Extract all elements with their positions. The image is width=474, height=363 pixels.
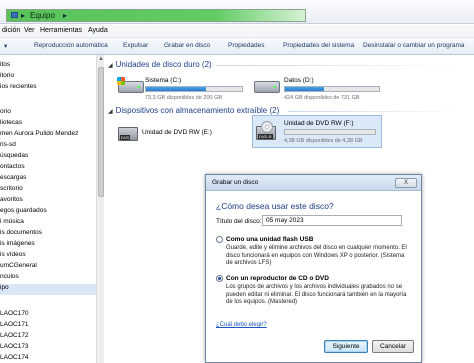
address-bar: ▸ Equipo ▸ <box>0 0 474 24</box>
nav-item[interactable]: is documentos <box>0 229 42 236</box>
nav-item[interactable]: itos <box>0 61 10 68</box>
group-divider <box>216 65 466 66</box>
chevron-down-icon[interactable]: ▾ <box>4 42 7 50</box>
nav-item[interactable]: avoritos <box>0 196 23 203</box>
menu-edit[interactable]: dición <box>2 27 20 34</box>
nav-item[interactable]: umCGeneral <box>0 262 37 269</box>
menu-help[interactable]: Ayuda <box>88 27 108 34</box>
removable-group-label: Dispositivos con almacenamiento extraíbl… <box>115 106 280 115</box>
usb-option-title[interactable]: Como una unidad flash USB <box>226 236 313 243</box>
drive-c-free: 73,3 GB disponibles de 200 GB <box>145 95 223 101</box>
nav-item[interactable]: men Aurora Pulido Mendez <box>0 130 78 137</box>
usb-option-description: Guarde, edite y elimine archivos del dis… <box>226 245 407 266</box>
dialog-title: Grabar un disco <box>212 179 259 186</box>
nav-scrollbar[interactable]: ▲ <box>96 55 104 363</box>
nav-item[interactable]: ios recientes <box>0 83 37 90</box>
dvd-media-label: DVD-R <box>258 134 273 139</box>
nav-item[interactable]: LAOC172 <box>0 332 29 339</box>
nav-item[interactable]: LAOC173 <box>0 343 29 350</box>
collapse-triangle-icon[interactable]: ◢ <box>108 109 113 115</box>
hard-drive-icon <box>254 81 280 93</box>
menu-bar: dición Ver Herramientas Ayuda <box>0 25 474 38</box>
system-properties-button[interactable]: Propiedades del sistema <box>283 42 354 49</box>
nav-item[interactable]: ontactos <box>0 163 25 170</box>
nav-item[interactable]: LAOC174 <box>0 354 29 361</box>
nav-item[interactable]: escargas <box>0 174 26 181</box>
group-divider <box>288 111 466 112</box>
breadcrumb-chevron-icon[interactable]: ▸ <box>63 11 67 20</box>
eject-button[interactable]: Expulsar <box>123 42 148 49</box>
drive-d-capacity-fill <box>285 87 325 91</box>
nav-item[interactable]: i música <box>0 218 24 225</box>
address-field[interactable]: ▸ Equipo ▸ <box>6 9 306 22</box>
help-link[interactable]: ¿Cuál debo elegir? <box>216 322 267 328</box>
drive-c-capacity-fill <box>146 87 207 91</box>
cd-option-description: Los grupos de archivos y los archivos in… <box>226 284 407 305</box>
uninstall-button[interactable]: Desinstalar o cambiar un programa <box>363 42 465 49</box>
drive-f-capacity-bar <box>284 129 376 135</box>
drive-e-name: Unidad de DVD RW (E:) <box>142 129 212 136</box>
burn-button[interactable]: Grabar en disco <box>164 42 210 49</box>
hard-drive-icon <box>117 77 144 93</box>
menu-view[interactable]: Ver <box>24 27 35 34</box>
drive-c-capacity-bar <box>145 86 243 92</box>
disc-icon <box>261 121 273 133</box>
nav-item[interactable]: itorio <box>0 72 14 79</box>
nav-item[interactable]: LAOC170 <box>0 310 29 317</box>
drive-d-capacity-bar <box>284 86 380 92</box>
drive-f-name: Unidad de DVD RW (F:) <box>284 120 354 127</box>
close-button[interactable]: X <box>395 178 417 188</box>
menu-tools[interactable]: Herramientas <box>40 27 82 34</box>
nav-item[interactable]: úsquedas <box>0 152 28 159</box>
command-bar: ▾ Reproducción automática Expulsar Graba… <box>0 38 474 55</box>
properties-button[interactable]: Propiedades <box>228 42 265 49</box>
nav-item[interactable]: ris-sd <box>0 141 16 148</box>
drive-d-free: 424 GB disponibles de 731 GB <box>284 95 360 101</box>
nav-item[interactable]: is imágenes <box>0 240 35 247</box>
removable-group-header[interactable]: ◢ Dispositivos con almacenamiento extraíb… <box>108 106 279 115</box>
drive-e[interactable]: DVD Unidad de DVD RW (E:) <box>118 125 238 147</box>
cancel-button[interactable]: Cancelar <box>372 340 414 353</box>
disc-title-label: Título del disco: <box>216 218 262 225</box>
dvd-disc-icon: DVD-R <box>256 121 276 140</box>
nav-item[interactable]: nculos <box>0 273 19 280</box>
nav-item[interactable]: LAOC171 <box>0 321 29 328</box>
breadcrumb-equipo[interactable]: Equipo <box>30 11 55 20</box>
autoplay-button[interactable]: Reproducción automática <box>34 42 108 49</box>
dialog-question: ¿Cómo desea usar este disco? <box>216 201 334 211</box>
nav-item-selected[interactable]: ipo <box>0 284 96 295</box>
hdd-group-label: Unidades de disco duro (2) <box>115 60 212 69</box>
dvd-label: DVD <box>120 135 131 140</box>
drive-f-free: 4,38 GB disponibles de 4,38 GB <box>284 138 363 144</box>
drive-c[interactable]: Sistema (C:) 73,3 GB disponibles de 200 … <box>117 77 243 107</box>
collapse-triangle-icon[interactable]: ◢ <box>108 63 113 69</box>
drive-f[interactable]: DVD-R Unidad de DVD RW (F:) 4,38 GB disp… <box>256 118 382 148</box>
drive-c-name: Sistema (C:) <box>145 77 182 84</box>
nav-item[interactable]: liotecas <box>0 119 22 126</box>
next-button[interactable]: Siguiente <box>324 340 368 353</box>
burn-disc-dialog: Grabar un disco X ¿Cómo desea usar este … <box>205 174 422 363</box>
dvd-drive-icon: DVD <box>118 127 138 141</box>
drive-d-name: Datos (D:) <box>284 77 314 84</box>
nav-item[interactable]: egos guardados <box>0 207 47 214</box>
usb-option-radio[interactable] <box>216 236 223 243</box>
cd-option-title[interactable]: Con un reproductor de CD o DVD <box>226 275 329 282</box>
computer-icon <box>11 12 18 18</box>
windows-logo-icon <box>117 77 125 85</box>
navigation-pane: itos itorio ios recientes orio liotecas … <box>0 55 96 363</box>
drive-d[interactable]: Datos (D:) 424 GB disponibles de 731 GB <box>254 77 384 107</box>
cd-option-radio[interactable] <box>216 275 223 282</box>
nav-item[interactable]: orio <box>0 108 11 115</box>
nav-item[interactable]: scritorio <box>0 185 23 192</box>
dialog-titlebar[interactable]: Grabar un disco X <box>206 175 421 191</box>
hdd-group-header[interactable]: ◢ Unidades de disco duro (2) <box>108 60 212 69</box>
nav-item[interactable]: is vídeos <box>0 251 26 258</box>
disc-title-input[interactable] <box>262 215 402 226</box>
breadcrumb-chevron-icon[interactable]: ▸ <box>21 11 25 20</box>
